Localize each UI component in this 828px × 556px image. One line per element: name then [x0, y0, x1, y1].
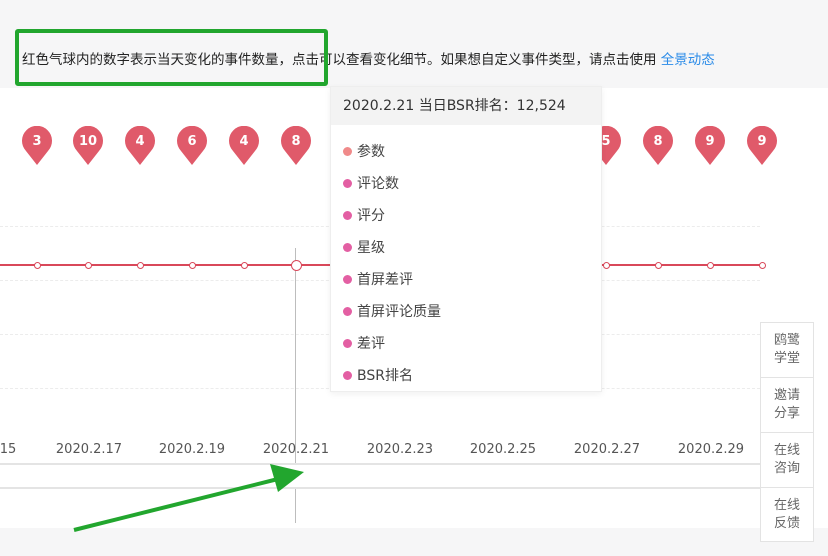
tooltip-item-label: 评论数 — [357, 176, 399, 192]
academy-label: 鸥鹭学堂 — [773, 333, 800, 366]
bullet-dot — [343, 275, 352, 284]
tooltip-item[interactable]: 差评 — [343, 333, 385, 353]
bullet-dot — [343, 339, 352, 348]
event-balloon-count: 6 — [187, 134, 197, 149]
data-point — [34, 262, 41, 269]
tooltip-item[interactable]: 参数 — [343, 141, 385, 161]
tooltip-item-label: 星级 — [357, 240, 385, 256]
invite-share-label: 邀请分享 — [773, 388, 800, 421]
x-axis-tick: 2020.2.17 — [55, 442, 123, 457]
invite-share-button[interactable]: 邀请分享 — [761, 378, 813, 433]
event-balloon-count: 4 — [239, 134, 249, 149]
event-balloon[interactable]: 4 — [228, 126, 260, 166]
online-feedback-label: 在线反馈 — [773, 498, 800, 531]
data-point — [655, 262, 662, 269]
bullet-dot — [343, 243, 352, 252]
tooltip-item[interactable]: BSR排名 — [343, 365, 413, 385]
event-balloon[interactable]: 6 — [176, 126, 208, 166]
online-consult-label: 在线咨询 — [773, 443, 800, 476]
academy-button[interactable]: 鸥鹭学堂 — [761, 323, 813, 378]
data-point — [603, 262, 610, 269]
side-panel: 鸥鹭学堂 邀请分享 在线咨询 在线反馈 — [760, 322, 814, 542]
event-balloon-count: 8 — [653, 134, 663, 149]
tooltip-popup: 2020.2.21 当日BSR排名：12,524 参数 评论数 评分 星级 首屏… — [330, 86, 602, 392]
event-balloon-count: 8 — [291, 134, 301, 149]
bullet-dot — [343, 307, 352, 316]
event-balloon[interactable]: 4 — [124, 126, 156, 166]
event-balloon-count: 9 — [705, 134, 715, 149]
data-point — [85, 262, 92, 269]
x-axis-tick: 2020.2.29 — [677, 442, 745, 457]
data-point — [189, 262, 196, 269]
event-balloon-count: 3 — [32, 134, 42, 149]
tooltip-item[interactable]: 评分 — [343, 205, 385, 225]
tooltip-item-label: 评分 — [357, 208, 385, 224]
tooltip-item[interactable]: 首屏评论质量 — [343, 301, 441, 321]
x-axis-tick: 2020.2.21 — [262, 442, 330, 457]
data-point — [137, 262, 144, 269]
bullet-dot — [343, 147, 352, 156]
event-balloon[interactable]: 9 — [746, 126, 778, 166]
data-point — [241, 262, 248, 269]
x-axis-tick: 2020.2.27 — [573, 442, 641, 457]
tooltip-header: 2020.2.21 当日BSR排名：12,524 — [331, 87, 601, 125]
event-balloon-count: 9 — [757, 134, 767, 149]
x-axis-tick: 2020.2.19 — [158, 442, 226, 457]
green-arrow-annotation — [73, 464, 304, 532]
event-balloon[interactable]: 10 — [72, 126, 104, 166]
online-consult-button[interactable]: 在线咨询 — [761, 433, 813, 488]
data-point-active — [291, 260, 302, 271]
highlight-box — [15, 29, 328, 86]
event-balloon-count: 10 — [78, 134, 98, 149]
tooltip-item[interactable]: 评论数 — [343, 173, 399, 193]
event-balloon[interactable]: 8 — [642, 126, 674, 166]
event-balloon[interactable]: 3 — [21, 126, 53, 166]
data-point — [707, 262, 714, 269]
panorama-dynamics-link[interactable]: 全景动态 — [661, 52, 715, 68]
tooltip-item[interactable]: 星级 — [343, 237, 385, 257]
tooltip-item-label: BSR排名 — [357, 368, 413, 384]
data-point — [759, 262, 766, 269]
online-feedback-button[interactable]: 在线反馈 — [761, 488, 813, 542]
x-axis-tick: 15 — [0, 442, 17, 457]
tooltip-item-label: 参数 — [357, 144, 385, 160]
event-balloon-count: 4 — [135, 134, 145, 149]
bullet-dot — [343, 211, 352, 220]
x-axis-tick: 2020.2.25 — [469, 442, 537, 457]
bullet-dot — [343, 371, 352, 380]
tooltip-item-label: 差评 — [357, 336, 385, 352]
tooltip-item-label: 首屏评论质量 — [357, 304, 441, 320]
event-balloon[interactable]: 9 — [694, 126, 726, 166]
bullet-dot — [343, 179, 352, 188]
tooltip-item[interactable]: 首屏差评 — [343, 269, 413, 289]
tooltip-item-label: 首屏差评 — [357, 272, 413, 288]
x-axis-tick: 2020.2.23 — [366, 442, 434, 457]
event-balloon[interactable]: 8 — [280, 126, 312, 166]
